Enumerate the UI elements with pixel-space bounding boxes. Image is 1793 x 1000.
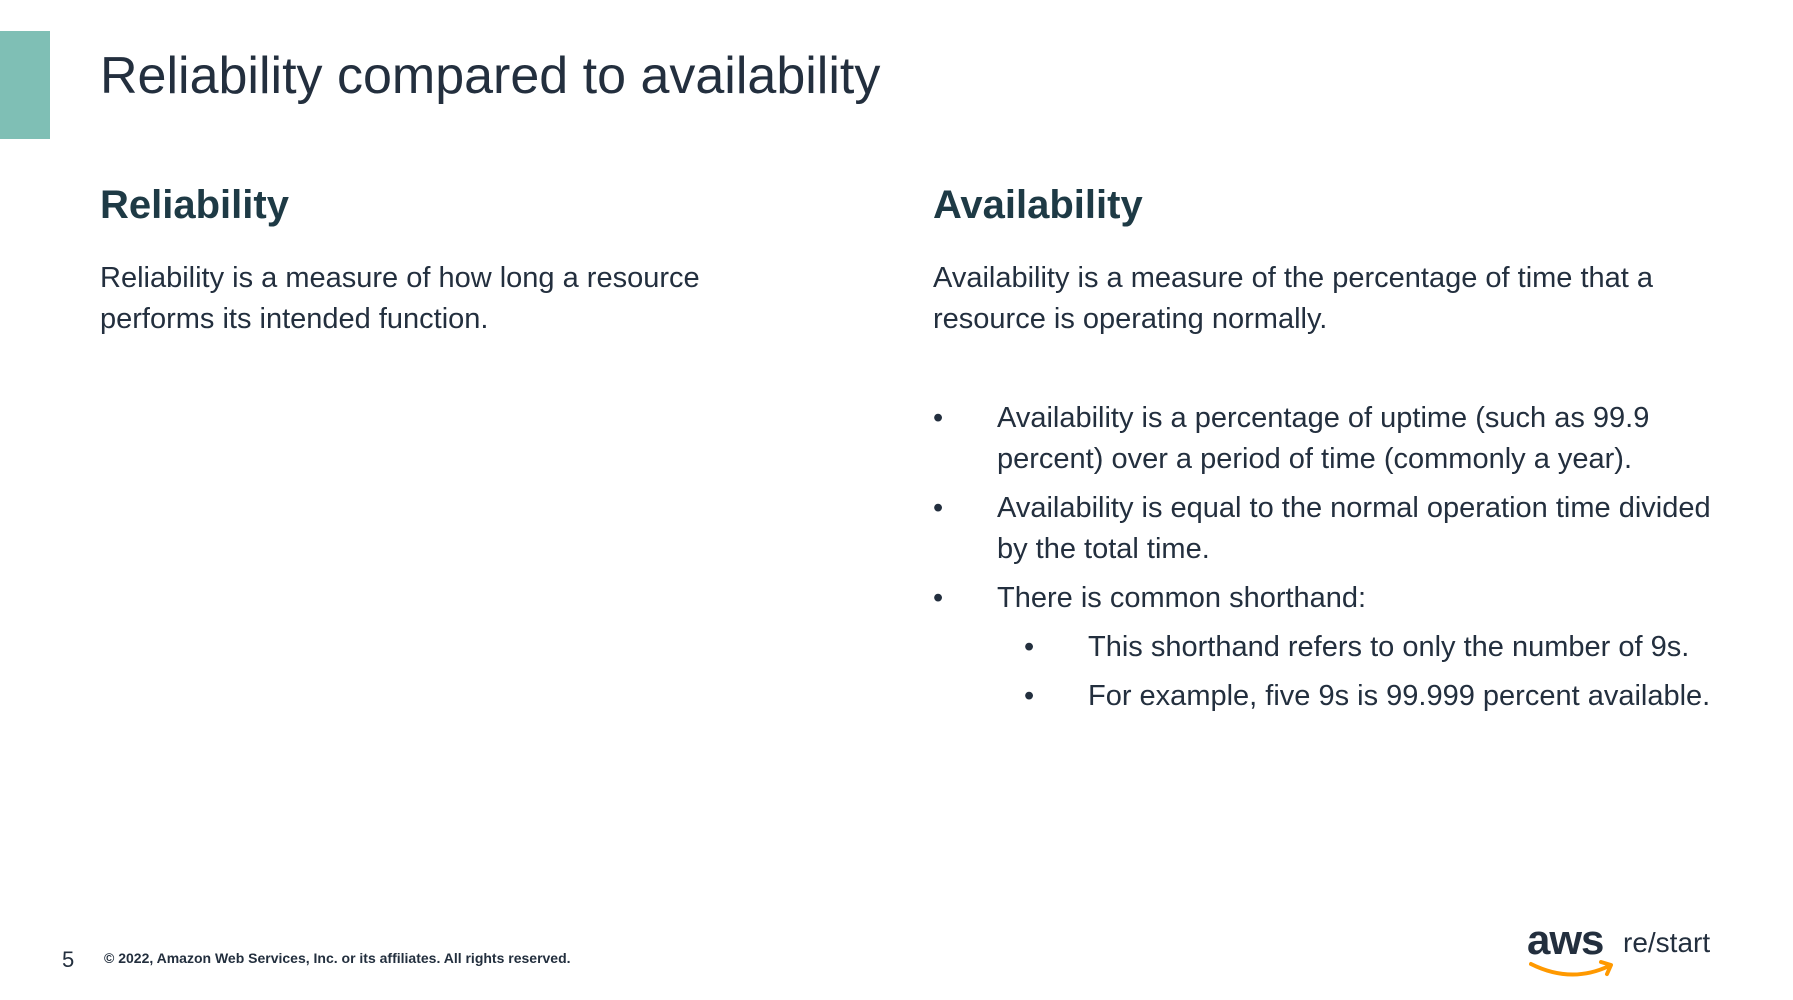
page-number: 5 [62, 947, 75, 972]
availability-description: Availability is a measure of the percent… [933, 262, 1654, 335]
bullet-icon: • [933, 492, 944, 524]
copyright-notice: © 2022, Amazon Web Services, Inc. or its… [104, 950, 571, 966]
aws-restart-logo: aws re/start [1527, 918, 1727, 988]
bullet-text: There is common shorthand: [997, 582, 1367, 614]
bullet-item: • Availability is a percentage of uptime… [933, 398, 1723, 480]
reliability-description: Reliability is a measure of how long a r… [100, 262, 700, 335]
sub-bullet-item: • This shorthand refers to only the numb… [1024, 627, 1723, 668]
sub-bullet-text: For example, five 9s is 99.999 percent a… [1088, 680, 1711, 712]
slide-title: Reliability compared to availability [100, 47, 881, 105]
availability-bullet-list: • Availability is a percentage of uptime… [933, 398, 1723, 725]
restart-logo-text: re/start [1623, 927, 1711, 958]
bullet-icon: • [933, 582, 944, 614]
bullet-text: Availability is a percentage of uptime (… [997, 402, 1650, 475]
aws-logo-text: aws [1527, 916, 1604, 963]
reliability-heading: Reliability [100, 183, 289, 227]
bullet-icon: • [1024, 680, 1035, 712]
aws-smile-icon [1529, 960, 1613, 977]
bullet-icon: • [933, 402, 944, 434]
bullet-item: • There is common shorthand: [933, 578, 1723, 619]
title-accent-bar [0, 31, 50, 139]
bullet-item: • Availability is equal to the normal op… [933, 488, 1723, 570]
availability-heading: Availability [933, 183, 1143, 227]
bullet-text: Availability is equal to the normal oper… [997, 492, 1711, 565]
sub-bullet-text: This shorthand refers to only the number… [1088, 631, 1690, 663]
sub-bullet-item: • For example, five 9s is 99.999 percent… [1024, 676, 1723, 717]
bullet-icon: • [1024, 631, 1035, 663]
